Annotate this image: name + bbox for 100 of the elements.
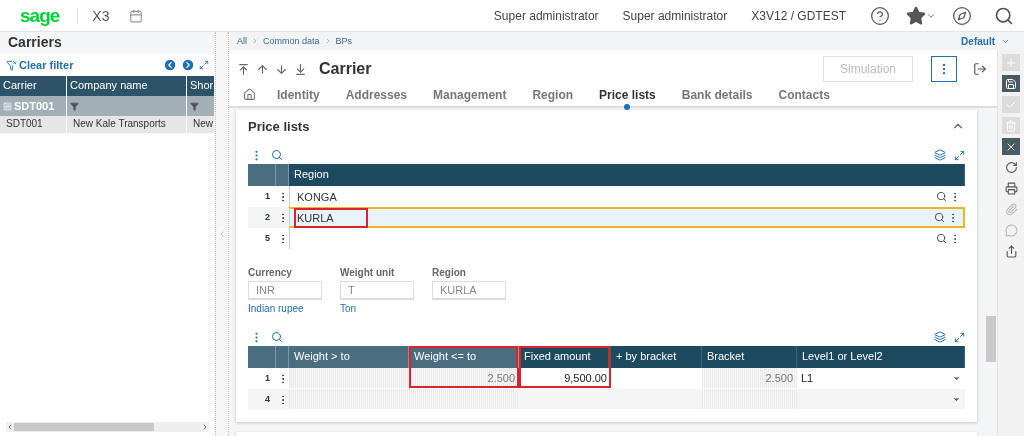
input-field[interactable]: KURLA: [432, 281, 506, 300]
last-icon[interactable]: [294, 62, 307, 76]
more-button[interactable]: [931, 56, 957, 82]
trash-icon: [1005, 119, 1017, 132]
table-cell[interactable]: 9,500.00: [519, 368, 611, 388]
row-menu-button[interactable]: [276, 389, 289, 410]
calendar-icon[interactable]: [129, 8, 144, 23]
tab[interactable]: Bank details: [668, 88, 766, 106]
column-header[interactable]: Fixed amount: [519, 346, 611, 368]
column-header[interactable]: + by bracket: [611, 346, 702, 368]
layers-icon: [934, 149, 946, 161]
add-icon: [1005, 56, 1017, 69]
search-icon: [271, 331, 283, 343]
header-cell: [276, 346, 289, 368]
clear-filter-button[interactable]: Clear filter: [6, 59, 74, 71]
page-title: Carrier: [319, 60, 372, 78]
search-button[interactable]: [271, 149, 283, 161]
print-button[interactable]: [1002, 180, 1020, 197]
printer-icon: [1004, 182, 1018, 195]
view-dropdown[interactable]: Default: [955, 34, 1016, 48]
section-title: Price lists: [248, 118, 310, 134]
save-icon: [1005, 77, 1017, 90]
header-cell: [276, 164, 289, 186]
first-icon[interactable]: [237, 62, 250, 76]
column-header[interactable]: Weight <= to: [409, 346, 519, 368]
expand-button[interactable]: [954, 331, 965, 343]
filter-cell[interactable]: [67, 96, 187, 116]
table-row[interactable]: KURLA: [289, 207, 965, 228]
star-icon[interactable]: [906, 5, 926, 26]
arrow-left-icon: [218, 230, 226, 238]
tab[interactable]: Identity: [264, 88, 333, 106]
tab[interactable]: Contacts: [765, 88, 843, 106]
column-header[interactable]: Region: [289, 164, 965, 186]
table-cell[interactable]: 2.500: [702, 368, 797, 388]
field-description[interactable]: Indian rupee: [248, 303, 322, 314]
field-label: Currency: [248, 267, 293, 278]
share-icon: [1004, 245, 1018, 258]
search-icon[interactable]: [936, 233, 947, 244]
filter-icon: [70, 101, 79, 111]
field-label: Region: [432, 267, 467, 278]
table-cell[interactable]: 2.500: [409, 368, 519, 388]
exit-icon[interactable]: [973, 62, 987, 76]
filter-icon: [190, 101, 199, 111]
region-cell[interactable]: KURLA: [294, 207, 368, 228]
chevron-icon: [251, 37, 259, 45]
search-button[interactable]: [271, 331, 283, 343]
layers-icon: [934, 331, 946, 343]
next-icon[interactable]: [181, 58, 195, 72]
column-header[interactable]: Company name: [67, 76, 187, 96]
input-field[interactable]: T: [340, 281, 414, 300]
expand-icon: [954, 149, 965, 161]
table-cell[interactable]: SDT001: [0, 116, 67, 133]
region-cell[interactable]: KONGA: [294, 186, 368, 207]
column-header[interactable]: Carrier: [0, 76, 67, 96]
header-cell: [248, 164, 276, 186]
table-cell[interactable]: New: [187, 116, 215, 133]
previous-icon[interactable]: [163, 58, 177, 72]
filter-cell[interactable]: [187, 96, 215, 116]
row-number: 2: [248, 207, 276, 228]
layers-button[interactable]: [934, 331, 946, 343]
column-header[interactable]: Weight > to: [289, 346, 409, 368]
comment-icon: [1004, 224, 1018, 237]
field-description[interactable]: Ton: [340, 303, 414, 314]
breadcrumb-link[interactable]: BPs: [335, 36, 353, 46]
input-field[interactable]: INR: [248, 281, 322, 300]
table-cell[interactable]: New Kale Transports: [67, 116, 187, 133]
filter-value: SDT001: [14, 100, 55, 112]
search-icon[interactable]: [994, 5, 1014, 26]
help-icon[interactable]: [870, 5, 890, 26]
field-label: Weight unit: [340, 267, 396, 278]
search-icon[interactable]: [934, 212, 945, 223]
tab[interactable]: Management: [420, 88, 520, 106]
breadcrumb-link[interactable]: All: [237, 36, 247, 46]
breadcrumb-link[interactable]: Common data: [263, 36, 320, 46]
tab[interactable]: Addresses: [332, 88, 421, 106]
cancel-button[interactable]: [1002, 138, 1020, 155]
arrow-left-icon: [6, 423, 14, 431]
expand-icon[interactable]: [199, 60, 209, 70]
compass-icon[interactable]: [952, 5, 972, 26]
header-text[interactable]: Super administrator: [493, 8, 599, 23]
column-header[interactable]: Level1 or Level2: [797, 346, 965, 368]
header-text[interactable]: Super administrator: [622, 8, 728, 23]
expand-button[interactable]: [954, 149, 965, 161]
column-header[interactable]: Bracket: [702, 346, 797, 368]
column-header[interactable]: Shor: [187, 76, 215, 96]
layers-button[interactable]: [934, 149, 946, 161]
up-icon[interactable]: [256, 62, 269, 76]
row-number: 4: [248, 389, 276, 410]
filter-clear-icon: [6, 59, 17, 71]
tab[interactable]: Region: [519, 88, 587, 106]
scrollbar[interactable]: [6, 422, 209, 432]
search-icon[interactable]: [936, 191, 947, 202]
home-icon[interactable]: [243, 88, 256, 101]
dropdown-field[interactable]: [797, 389, 965, 409]
row-menu-button[interactable]: [276, 207, 289, 228]
header-text[interactable]: X3V12 / GDTEST: [751, 8, 846, 23]
panel-title: Carriers: [0, 32, 215, 54]
expand-icon: [954, 331, 965, 343]
down-icon[interactable]: [275, 62, 288, 76]
save-button[interactable]: [1002, 75, 1020, 92]
